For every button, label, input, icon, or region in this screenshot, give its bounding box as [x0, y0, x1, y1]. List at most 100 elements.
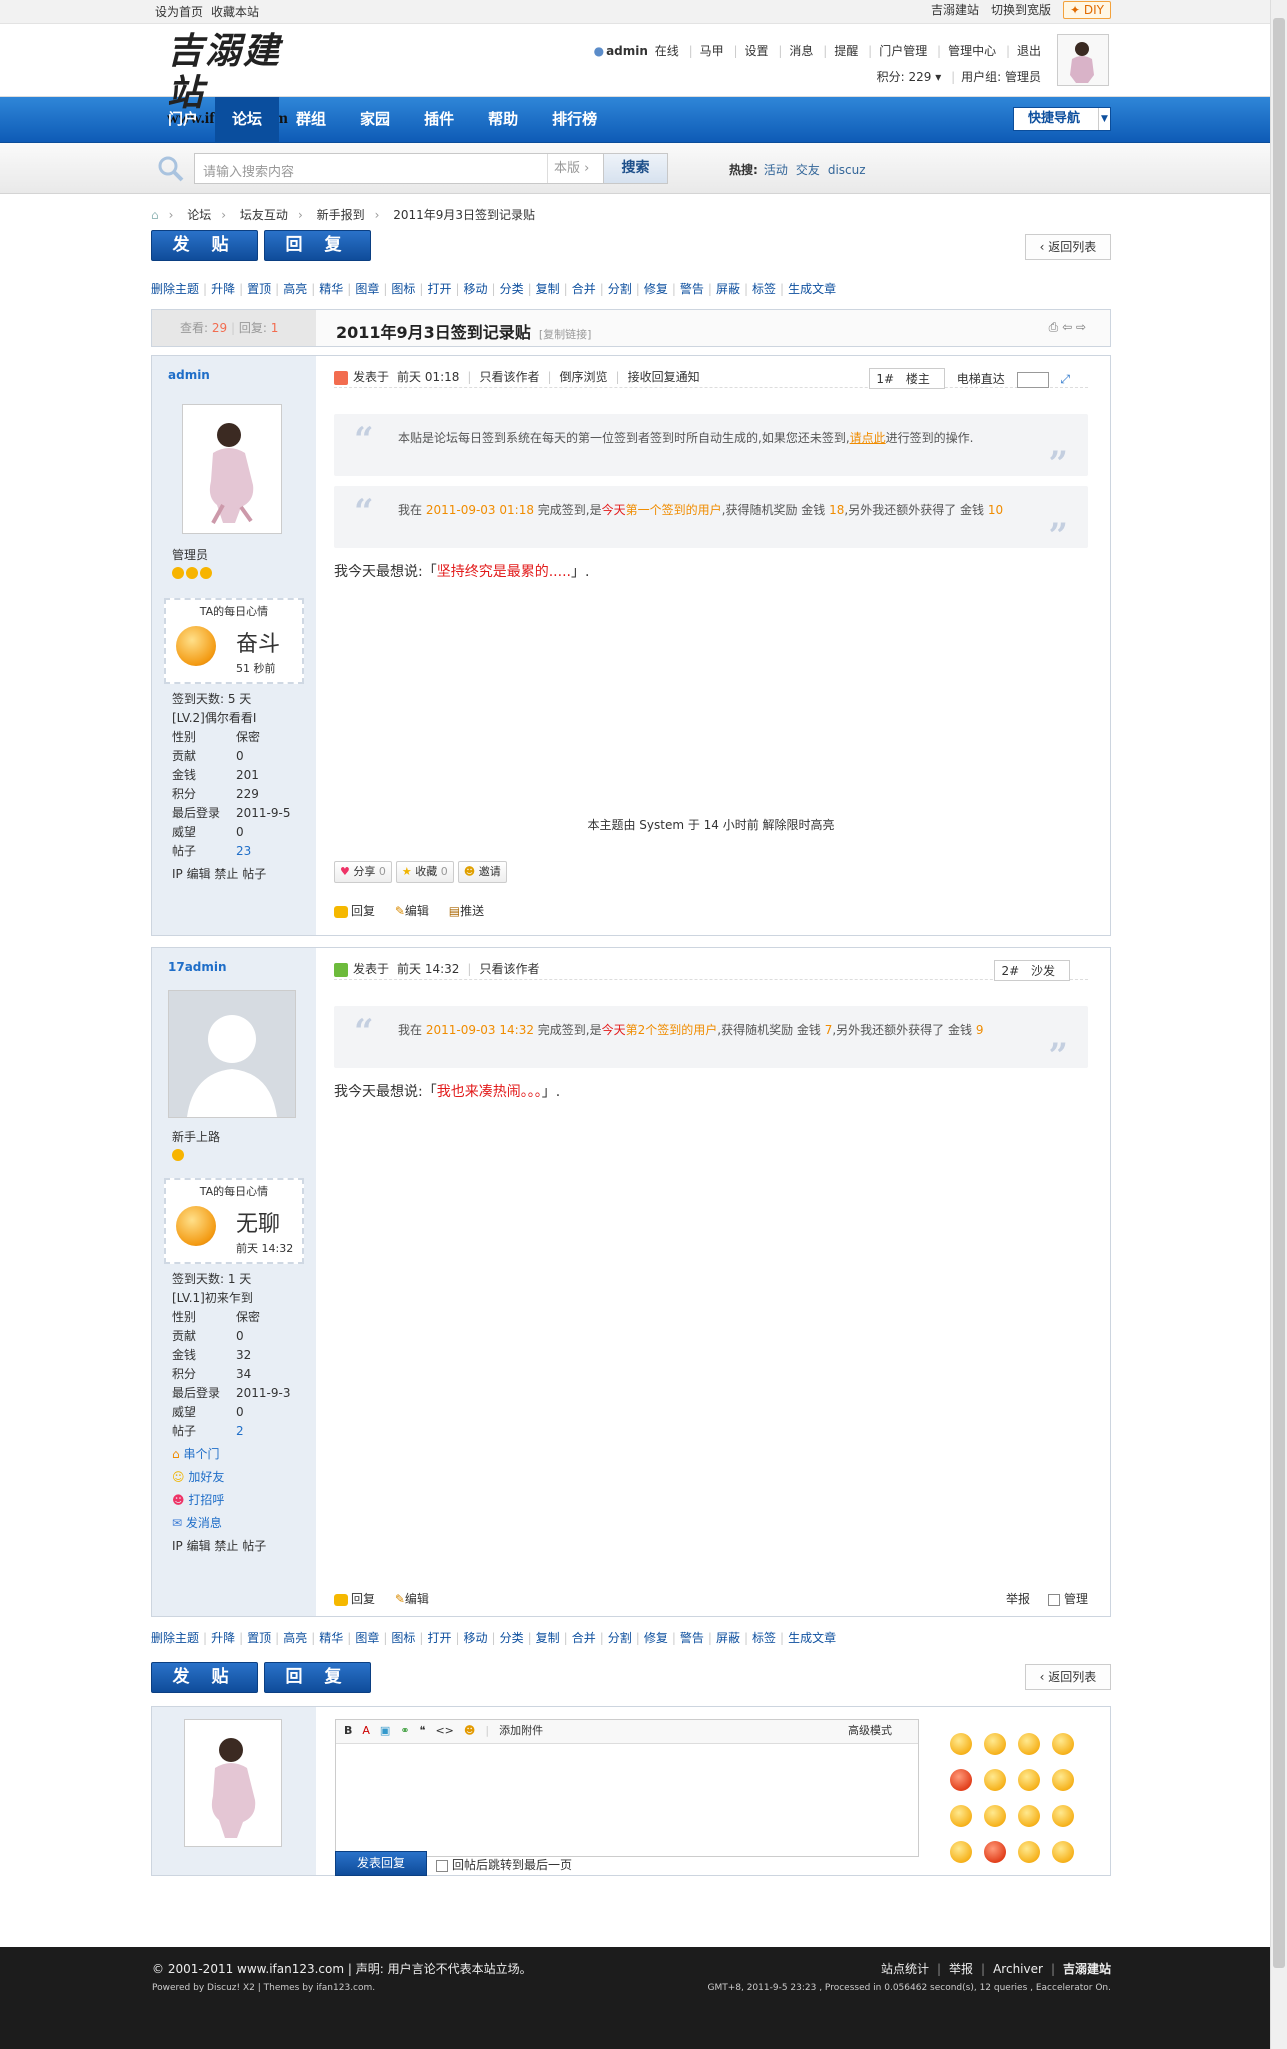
smiley-icon[interactable] — [1018, 1733, 1040, 1755]
author-actions[interactable]: IP 编辑 禁止 帖子 — [172, 1537, 290, 1556]
posts-count-link[interactable]: 23 — [236, 844, 251, 858]
breadcrumb-item[interactable]: 2011年9月3日签到记录贴 — [393, 208, 535, 222]
mod-tag[interactable]: 标签 — [752, 282, 776, 296]
smiley-icon[interactable] — [984, 1733, 1006, 1755]
mod-article[interactable]: 生成文章 — [788, 282, 836, 296]
mod-category[interactable]: 分类 — [500, 282, 524, 296]
checkin-link[interactable]: 请点此 — [850, 431, 886, 445]
reply-link[interactable]: 回复 — [334, 902, 375, 919]
back-to-list-button[interactable]: ‹ 返回列表 — [1025, 234, 1111, 260]
nav-item-groups[interactable]: 群组 — [279, 97, 343, 143]
favorite-button[interactable]: ★ 收藏 0 — [395, 861, 454, 883]
push-link[interactable]: ▤推送 — [449, 902, 484, 919]
mod-merge[interactable]: 合并 — [572, 282, 596, 296]
breadcrumb-item[interactable]: 坛友互动 — [240, 208, 288, 222]
alias-menu[interactable]: 马甲 — [700, 44, 724, 58]
smiley-icon[interactable] — [950, 1841, 972, 1863]
footer-link[interactable]: 举报 — [949, 1962, 973, 1976]
send-message-link[interactable]: ✉ 发消息 — [172, 1514, 290, 1533]
font-color-icon[interactable]: A — [362, 1724, 370, 1737]
mod-copy[interactable]: 复制 — [536, 282, 560, 296]
nav-item-home[interactable]: 家园 — [343, 97, 407, 143]
wide-toggle-link[interactable]: 切换到宽版 — [991, 3, 1051, 17]
edit-link[interactable]: ✎编辑 — [395, 902, 429, 919]
mod-bump[interactable]: 升降 — [211, 1631, 235, 1645]
footer-link[interactable]: Archiver — [993, 1962, 1043, 1976]
reply-textarea[interactable] — [336, 1744, 918, 1856]
mod-stick[interactable]: 置顶 — [247, 1631, 271, 1645]
settings-link[interactable]: 设置 — [745, 44, 769, 58]
smiley-icon[interactable]: ☻ — [464, 1724, 475, 1737]
image-icon[interactable]: ▣ — [380, 1724, 390, 1737]
breadcrumb-item[interactable]: 新手报到 — [317, 208, 365, 222]
nav-item-help[interactable]: 帮助 — [471, 97, 535, 143]
mod-move[interactable]: 移动 — [464, 282, 488, 296]
site-logo[interactable]: 吉溺建站 www.ifan123.com — [167, 30, 307, 127]
remind-link[interactable]: 提醒 — [834, 44, 858, 58]
share-button[interactable]: ♥ 分享 0 — [334, 861, 392, 883]
mod-delete[interactable]: 删除主题 — [151, 1631, 199, 1645]
print-prev-next-icons[interactable]: ⎙ ⇦ ⇨ — [1049, 320, 1086, 335]
jump-last-option[interactable]: 回帖后跳转到最后一页 — [436, 1856, 572, 1873]
reverse-order-link[interactable]: 倒序浏览 — [560, 370, 608, 384]
search-input[interactable]: 请输入搜索内容 本版 › — [194, 153, 604, 184]
nav-item-ranking[interactable]: 排行榜 — [535, 97, 614, 143]
smiley-icon[interactable] — [1018, 1769, 1040, 1791]
smiley-icon[interactable] — [1018, 1841, 1040, 1863]
smiley-icon[interactable] — [1052, 1769, 1074, 1791]
user-avatar[interactable] — [1057, 34, 1109, 86]
mod-merge[interactable]: 合并 — [572, 1631, 596, 1645]
logout-link[interactable]: 退出 — [1017, 44, 1041, 58]
hot-search-link[interactable]: discuz — [828, 163, 866, 177]
mod-repair[interactable]: 修复 — [644, 282, 668, 296]
mod-icon[interactable]: 图标 — [391, 282, 415, 296]
report-link[interactable]: 举报 — [1006, 1592, 1030, 1606]
mod-move[interactable]: 移动 — [464, 1631, 488, 1645]
mod-highlight[interactable]: 高亮 — [283, 282, 307, 296]
manage-checkbox[interactable] — [1047, 1593, 1060, 1606]
bold-icon[interactable]: B — [344, 1724, 352, 1737]
nav-item-portal[interactable]: 门户 — [151, 97, 215, 143]
scrollbar[interactable] — [1270, 0, 1287, 2049]
back-to-list-button[interactable]: ‹ 返回列表 — [1025, 1664, 1111, 1690]
edit-link[interactable]: ✎编辑 — [395, 1590, 429, 1607]
footer-link[interactable]: 站点统计 — [881, 1962, 929, 1976]
mod-icon[interactable]: 图标 — [391, 1631, 415, 1645]
mod-copy[interactable]: 复制 — [536, 1631, 560, 1645]
mod-open[interactable]: 打开 — [427, 1631, 451, 1645]
nav-item-plugins[interactable]: 插件 — [407, 97, 471, 143]
smiley-icon[interactable] — [1052, 1841, 1074, 1863]
only-author-link[interactable]: 只看该作者 — [479, 370, 539, 384]
quick-nav-button[interactable]: 快捷导航 ▼ — [1013, 107, 1111, 131]
mod-stamp[interactable]: 图章 — [355, 1631, 379, 1645]
search-scope-select[interactable]: 本版 › — [547, 154, 603, 183]
smiley-icon[interactable] — [984, 1805, 1006, 1827]
mod-split[interactable]: 分割 — [608, 282, 632, 296]
portal-admin-link[interactable]: 门户管理 — [879, 44, 927, 58]
mod-warn[interactable]: 警告 — [680, 1631, 704, 1645]
new-post-button[interactable]: 发 贴 — [151, 1662, 258, 1693]
author-actions[interactable]: IP 编辑 禁止 帖子 — [172, 865, 290, 884]
mod-stamp[interactable]: 图章 — [355, 282, 379, 296]
reply-link[interactable]: 回复 — [334, 1590, 375, 1607]
mod-repair[interactable]: 修复 — [644, 1631, 668, 1645]
quote-icon[interactable]: ❝ — [420, 1724, 426, 1737]
search-button[interactable]: 搜索 — [603, 153, 668, 184]
go-icon[interactable]: ⤢ — [1060, 372, 1070, 386]
admin-center-link[interactable]: 管理中心 — [948, 44, 996, 58]
advanced-mode-link[interactable]: 高级模式 — [848, 1720, 892, 1742]
floor-number[interactable]: 1# 楼主 — [869, 368, 945, 389]
new-post-button[interactable]: 发 贴 — [151, 230, 258, 261]
footer-link[interactable]: 吉溺建站 — [1063, 1962, 1111, 1976]
invite-button[interactable]: ☻ 邀请 — [457, 861, 507, 883]
diy-button[interactable]: ✦ DIY — [1063, 1, 1111, 19]
code-icon[interactable]: <> — [435, 1724, 453, 1737]
hot-search-link[interactable]: 交友 — [796, 163, 820, 177]
mod-open[interactable]: 打开 — [427, 282, 451, 296]
mod-split[interactable]: 分割 — [608, 1631, 632, 1645]
messages-link[interactable]: 消息 — [789, 44, 813, 58]
site-link[interactable]: 吉溺建站 — [931, 3, 979, 17]
username-link[interactable]: admin — [606, 44, 648, 58]
mod-digest[interactable]: 精华 — [319, 1631, 343, 1645]
link-icon[interactable]: ⚭ — [400, 1724, 409, 1737]
